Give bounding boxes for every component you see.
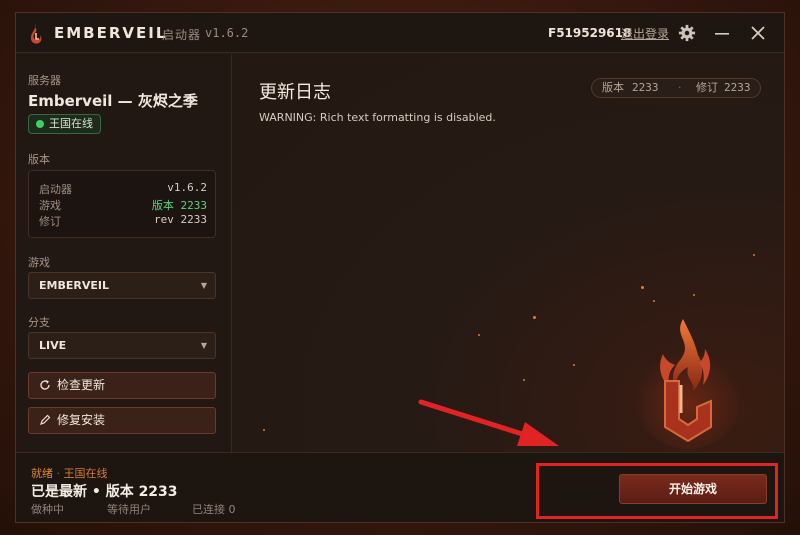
emberveil-logo-icon (30, 24, 42, 44)
refresh-icon (40, 380, 50, 390)
version-badge: 版本 2233 · 修订 2233 (591, 78, 761, 98)
update-status-headline: 已是最新 • 版本 2233 (31, 484, 178, 500)
ember-particle (641, 286, 644, 289)
launcher-label: 启动器 (162, 28, 202, 42)
repair-install-label: 修复安装 (57, 413, 106, 427)
background-frame: EMBERVEIL 启动器 v1.6.2 F519529618 退出登录 服务器… (0, 0, 800, 535)
server-status-text: 王国在线 (49, 117, 93, 130)
version-row-game: 游戏 版本 2233 (39, 197, 207, 213)
repair-install-button[interactable]: 修复安装 (28, 407, 216, 434)
pencil-icon (40, 414, 51, 425)
ember-particle (533, 316, 536, 319)
status-ready: 就绪 (31, 467, 53, 480)
badge-separator: · (678, 81, 682, 94)
version-info-box: 启动器 v1.6.2 游戏 版本 2233 修订 rev 2233 (28, 170, 216, 238)
branch-select[interactable]: LIVE ▼ (28, 332, 216, 359)
title-bar: EMBERVEIL 启动器 v1.6.2 F519529618 退出登录 (16, 13, 784, 53)
check-updates-button[interactable]: 检查更新 (28, 372, 216, 399)
badge-version-key: 版本 (602, 81, 624, 94)
badge-revision-key: 修订 (696, 81, 718, 94)
app-name: EMBERVEIL (54, 24, 168, 42)
server-label: 服务器 (28, 74, 61, 87)
badge-version-value: 2233 (632, 81, 659, 94)
flame-emblem-icon (633, 319, 743, 449)
chevron-down-icon: ▼ (200, 281, 207, 290)
version-value: v1.6.2 (167, 181, 207, 194)
chevron-down-icon: ▼ (200, 341, 207, 350)
changelog-panel: 更新日志 WARNING: Rich text formatting is di… (233, 54, 784, 452)
ember-particle (523, 379, 525, 381)
version-key: 修订 (39, 215, 61, 228)
branch-select-value: LIVE (39, 339, 67, 352)
status-separator: · (56, 467, 64, 480)
status-line: 就绪 · 王国在线 (31, 465, 108, 481)
launcher-version: v1.6.2 (205, 26, 249, 40)
page-title: 更新日志 (259, 82, 331, 103)
launcher-window: EMBERVEIL 启动器 v1.6.2 F519529618 退出登录 服务器… (15, 12, 785, 523)
version-key: 游戏 (39, 199, 61, 212)
version-value: 版本 2233 (151, 199, 207, 212)
status-footer: 就绪 · 王国在线 已是最新 • 版本 2233 做种中 等待用户 已连接 0 … (16, 452, 784, 522)
ember-particle (263, 429, 265, 431)
connected-status: 已连接 0 (192, 503, 236, 516)
changelog-warning: WARNING: Rich text formatting is disable… (259, 111, 496, 124)
online-dot-icon (36, 120, 44, 128)
gear-icon[interactable] (678, 24, 696, 42)
ember-particle (653, 300, 655, 302)
annotation-arrow-icon (418, 399, 559, 446)
close-icon[interactable] (749, 23, 767, 43)
logout-link[interactable]: 退出登录 (621, 25, 669, 42)
branch-label: 分支 (28, 316, 50, 329)
ember-particle (573, 364, 575, 366)
badge-revision-value: 2233 (724, 81, 751, 94)
game-select-value: EMBERVEIL (39, 279, 109, 292)
version-row-revision: 修订 rev 2233 (39, 213, 207, 229)
user-id: F519529618 (548, 26, 632, 40)
play-button[interactable]: 开始游戏 (619, 474, 767, 504)
version-label: 版本 (28, 153, 50, 166)
server-status-badge: 王国在线 (28, 114, 101, 134)
status-online: 王国在线 (63, 467, 108, 480)
check-updates-label: 检查更新 (57, 378, 106, 392)
ember-particle (478, 334, 480, 336)
ember-particle (753, 254, 755, 256)
version-value: rev 2233 (154, 213, 207, 226)
game-label: 游戏 (28, 256, 50, 269)
server-name: Emberveil — 灰烬之季 (28, 92, 198, 110)
minimize-icon[interactable] (714, 23, 730, 43)
sidebar: 服务器 Emberveil — 灰烬之季 王国在线 版本 启动器 v1.6.2 … (16, 54, 232, 452)
version-row-launcher: 启动器 v1.6.2 (39, 181, 207, 197)
ember-particle (693, 294, 695, 296)
waiting-status: 等待用户 (107, 503, 151, 516)
game-select[interactable]: EMBERVEIL ▼ (28, 272, 216, 299)
version-key: 启动器 (39, 183, 72, 196)
seeding-status: 做种中 (31, 503, 64, 516)
